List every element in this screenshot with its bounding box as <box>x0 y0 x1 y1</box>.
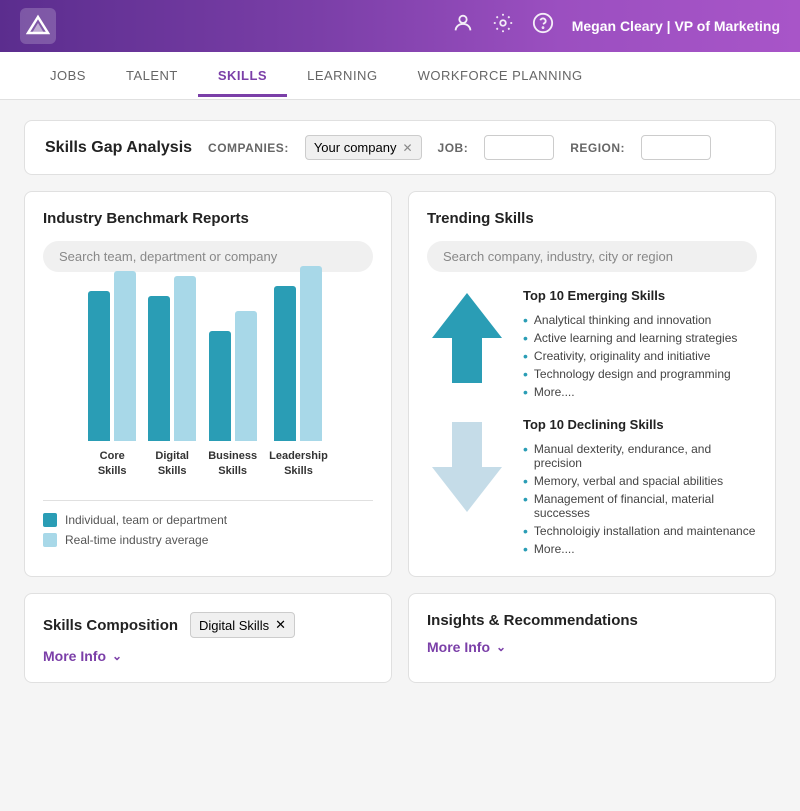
nav-skills[interactable]: SKILLS <box>198 54 287 97</box>
insights-title: Insights & Recommendations <box>427 612 638 629</box>
insights-panel: Insights & Recommendations More Info ⌄ <box>408 593 776 683</box>
declining-title: Top 10 Declining Skills <box>523 417 757 432</box>
legend-item-average: Real-time industry average <box>43 533 373 547</box>
bar-group-digital: DigitalSkills <box>148 276 196 478</box>
bar-label-digital: DigitalSkills <box>155 449 189 478</box>
bar-group-leadership: LeadershipSkills <box>269 266 328 478</box>
bar-group-core: CoreSkills <box>88 271 136 478</box>
trending-skills-panel: Trending Skills Search company, industry… <box>408 191 776 577</box>
nav-talent[interactable]: TALENT <box>106 54 198 97</box>
companies-label: COMPANIES: <box>208 141 289 155</box>
list-item: Analytical thinking and innovation <box>523 311 737 329</box>
list-item: Manual dexterity, endurance, and precisi… <box>523 440 757 472</box>
trending-skills-title: Trending Skills <box>427 210 757 227</box>
bottom-row: Skills Composition Digital Skills ✕ More… <box>24 593 776 683</box>
bars-core <box>88 271 136 441</box>
bars-leadership <box>274 266 322 441</box>
bar-business-dark <box>209 331 231 441</box>
declining-items: Manual dexterity, endurance, and precisi… <box>523 440 757 558</box>
emerging-skills-list: Top 10 Emerging Skills Analytical thinki… <box>523 288 737 401</box>
insights-more-info-label: More Info <box>427 639 490 655</box>
nav-workforce-planning[interactable]: WORKFORCE PLANNING <box>398 54 603 97</box>
top-header: Megan Cleary | VP of Marketing <box>0 0 800 52</box>
list-item: Technology design and programming <box>523 365 737 383</box>
list-item: More.... <box>523 383 737 401</box>
list-item: Creativity, originality and initiative <box>523 347 737 365</box>
bar-core-light <box>114 271 136 441</box>
legend-color-dark <box>43 513 57 527</box>
header-right: Megan Cleary | VP of Marketing <box>452 12 780 40</box>
legend-color-light <box>43 533 57 547</box>
skills-composition-title: Skills Composition <box>43 617 178 634</box>
bars-business <box>209 311 257 441</box>
settings-icon[interactable] <box>492 12 514 40</box>
company-tag-close[interactable]: ✕ <box>402 141 412 155</box>
job-label: JOB: <box>438 141 469 155</box>
nav-learning[interactable]: LEARNING <box>287 54 397 97</box>
insights-more-info[interactable]: More Info ⌄ <box>427 639 757 655</box>
main-content: Skills Gap Analysis COMPANIES: Your comp… <box>0 100 800 703</box>
skills-composition-more-info[interactable]: More Info ⌄ <box>43 648 373 664</box>
chevron-down-icon: ⌄ <box>496 640 506 654</box>
emerging-title: Top 10 Emerging Skills <box>523 288 737 303</box>
chart-legend: Individual, team or department Real-time… <box>43 513 373 547</box>
user-icon[interactable] <box>452 12 474 40</box>
bars-digital <box>148 276 196 441</box>
declining-block: Top 10 Declining Skills Manual dexterity… <box>427 417 757 558</box>
skills-composition-header: Skills Composition Digital Skills ✕ <box>43 612 373 638</box>
region-input[interactable] <box>641 135 711 160</box>
bar-business-light <box>235 311 257 441</box>
bar-digital-light <box>174 276 196 441</box>
arrow-up-container <box>427 288 507 388</box>
arrow-down-icon <box>427 417 507 517</box>
insights-header: Insights & Recommendations <box>427 612 757 629</box>
skills-composition-more-info-label: More Info <box>43 648 106 664</box>
legend-item-individual: Individual, team or department <box>43 513 373 527</box>
bar-label-core: CoreSkills <box>98 449 127 478</box>
skills-composition-panel: Skills Composition Digital Skills ✕ More… <box>24 593 392 683</box>
bar-group-business: BusinessSkills <box>208 311 257 478</box>
list-item: Technoloigiy installation and maintenanc… <box>523 522 757 540</box>
trending-section: Top 10 Emerging Skills Analytical thinki… <box>427 288 757 558</box>
bar-label-leadership: LeadershipSkills <box>269 449 328 478</box>
list-item: More.... <box>523 540 757 558</box>
bar-leadership-light <box>300 266 322 441</box>
two-col-panels: Industry Benchmark Reports Search team, … <box>24 191 776 577</box>
emerging-items: Analytical thinking and innovation Activ… <box>523 311 737 401</box>
industry-benchmark-panel: Industry Benchmark Reports Search team, … <box>24 191 392 577</box>
list-item: Active learning and learning strategies <box>523 329 737 347</box>
region-label: REGION: <box>570 141 625 155</box>
bar-leadership-dark <box>274 286 296 441</box>
arrow-down-container <box>427 417 507 517</box>
company-tag-text: Your company <box>314 140 397 155</box>
declining-skills-list: Top 10 Declining Skills Manual dexterity… <box>523 417 757 558</box>
emerging-block: Top 10 Emerging Skills Analytical thinki… <box>427 288 757 401</box>
industry-benchmark-title: Industry Benchmark Reports <box>43 210 373 227</box>
help-icon[interactable] <box>532 12 554 40</box>
list-item: Memory, verbal and spacial abilities <box>523 472 757 490</box>
skills-composition-tag-text: Digital Skills <box>199 618 269 633</box>
user-name: Megan Cleary | VP of Marketing <box>572 18 780 34</box>
legend-label-average: Real-time industry average <box>65 533 208 547</box>
trending-search[interactable]: Search company, industry, city or region <box>427 241 757 272</box>
job-input[interactable] <box>484 135 554 160</box>
chevron-down-icon: ⌄ <box>112 649 122 663</box>
list-item: Management of financial, material succes… <box>523 490 757 522</box>
skills-gap-title: Skills Gap Analysis <box>45 139 192 157</box>
skills-composition-tag-close[interactable]: ✕ <box>275 617 286 633</box>
logo-icon[interactable] <box>20 8 56 44</box>
company-filter-tag: Your company ✕ <box>305 135 422 160</box>
nav-jobs[interactable]: JOBS <box>30 54 106 97</box>
bar-core-dark <box>88 291 110 441</box>
bar-label-business: BusinessSkills <box>208 449 257 478</box>
bar-chart: CoreSkills DigitalSkills Busin <box>43 288 373 488</box>
skills-gap-bar: Skills Gap Analysis COMPANIES: Your comp… <box>24 120 776 175</box>
legend-label-individual: Individual, team or department <box>65 513 227 527</box>
skills-composition-tag: Digital Skills ✕ <box>190 612 295 638</box>
arrow-up-icon <box>427 288 507 388</box>
bar-digital-dark <box>148 296 170 441</box>
nav-bar: JOBS TALENT SKILLS LEARNING WORKFORCE PL… <box>0 52 800 100</box>
